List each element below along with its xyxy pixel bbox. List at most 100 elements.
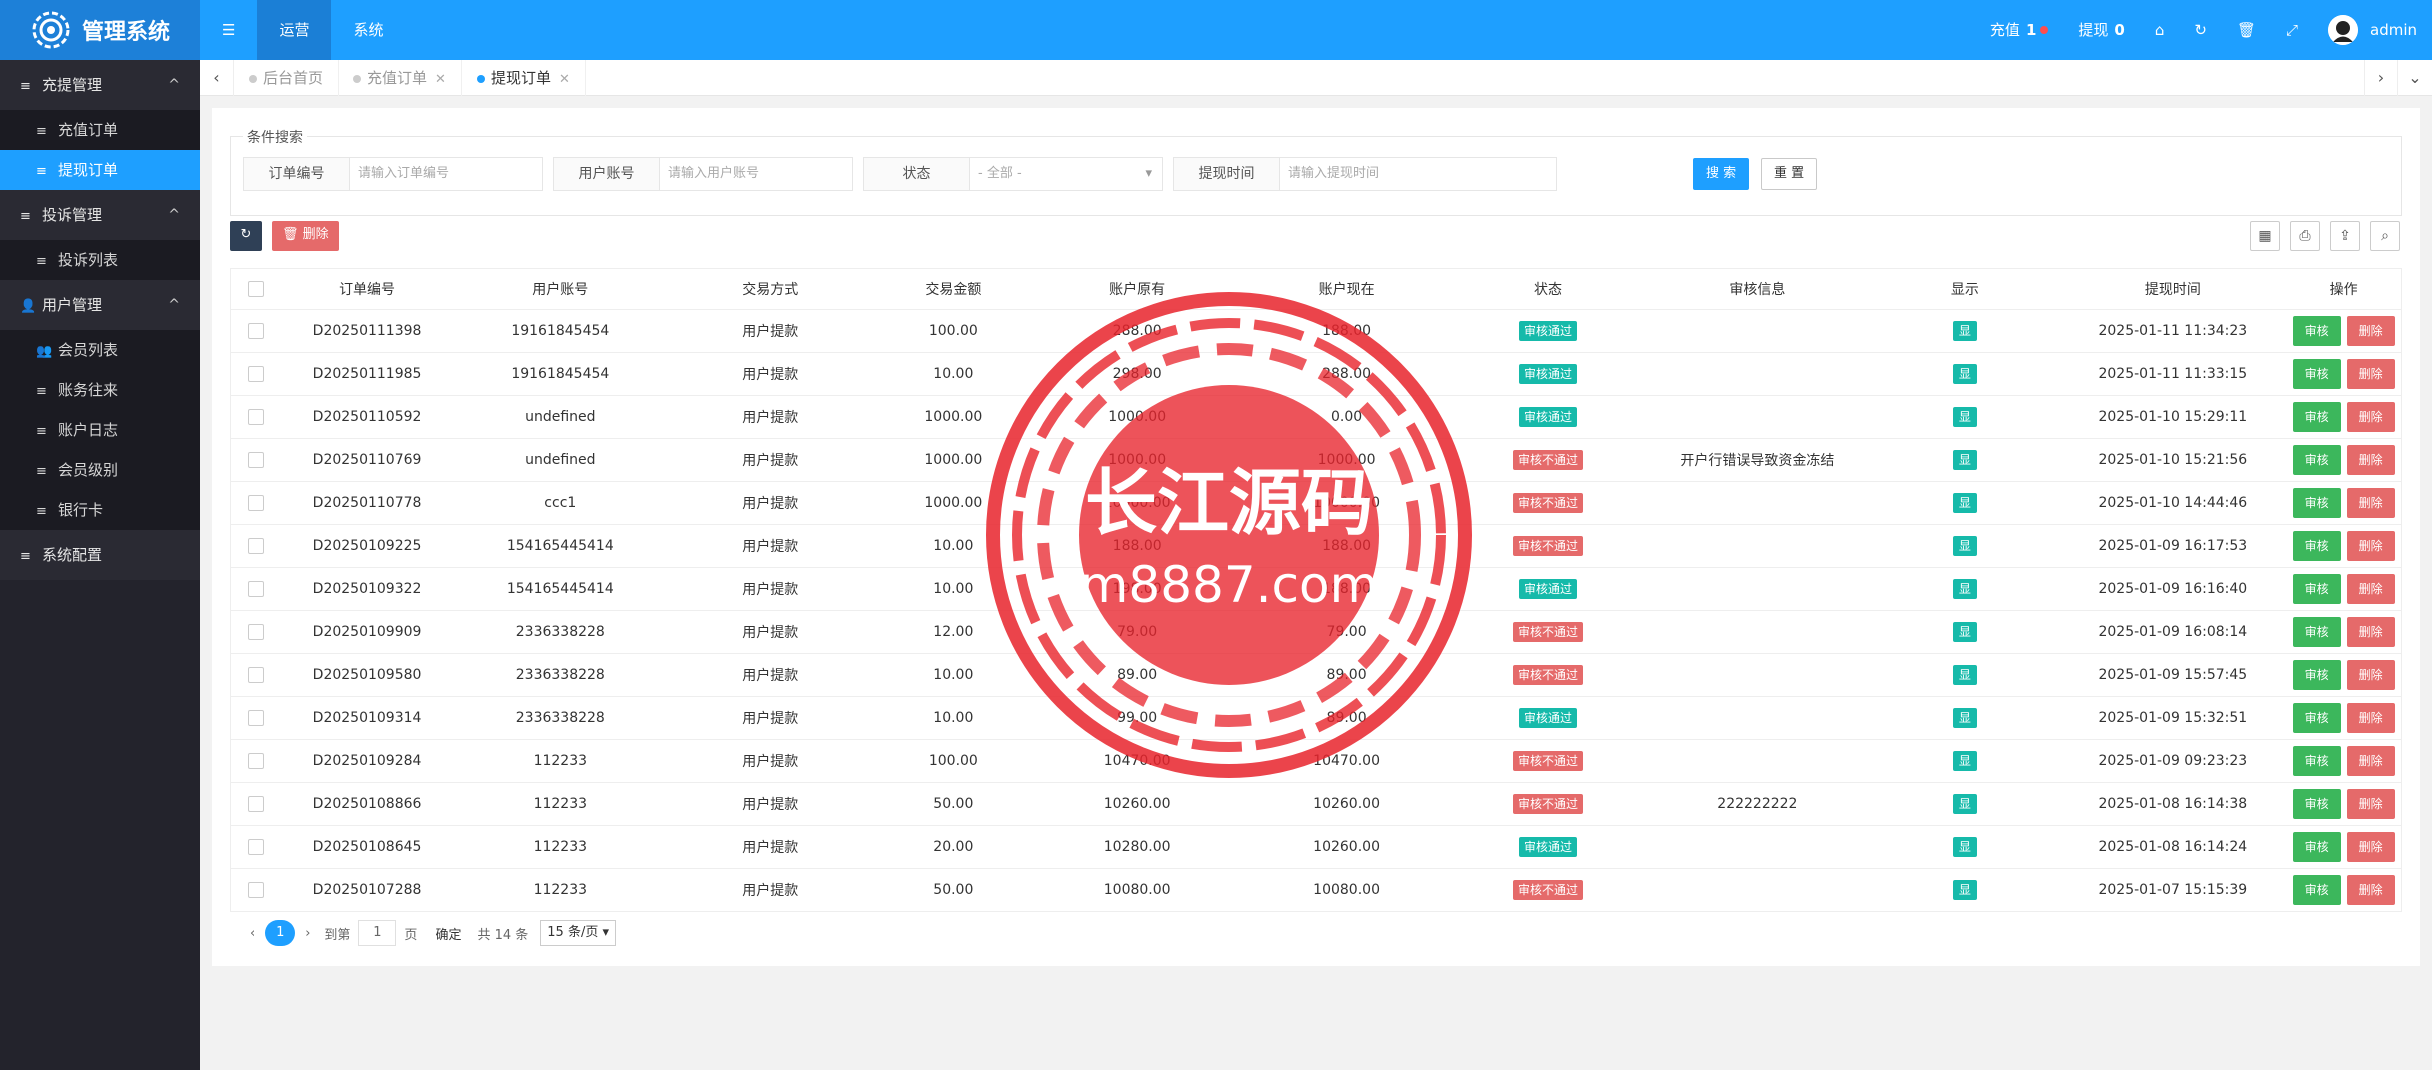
print-icon[interactable]: ⎙: [2290, 221, 2320, 251]
columns-icon[interactable]: ▦: [2250, 221, 2280, 251]
page-1-button[interactable]: 1: [265, 920, 296, 946]
delete-button[interactable]: 删除: [2346, 445, 2395, 475]
next-page-icon[interactable]: ›: [305, 926, 310, 941]
export-icon[interactable]: ⇪: [2330, 221, 2360, 251]
home-icon[interactable]: ⌂: [2140, 0, 2180, 60]
time-input[interactable]: 请输入提现时间: [1280, 158, 1556, 190]
delete-button[interactable]: 删除: [2346, 488, 2395, 518]
sidebar-item-logs[interactable]: ≡ 账户日志: [0, 410, 200, 450]
delete-button[interactable]: 删除: [2346, 875, 2395, 905]
delete-button[interactable]: 删除: [2346, 531, 2395, 561]
menu-toggle-icon[interactable]: ☰: [200, 0, 257, 60]
sidebar-item-complaint-list[interactable]: ≡ 投诉列表: [0, 240, 200, 280]
delete-button[interactable]: 删除: [2346, 832, 2395, 862]
close-icon[interactable]: ✕: [435, 72, 446, 87]
tab-menu-chevron-down-icon[interactable]: ⌄: [2398, 60, 2432, 96]
row-checkbox[interactable]: [247, 667, 264, 683]
sidebar-group-users[interactable]: 👤 用户管理 ^: [0, 280, 200, 330]
row-checkbox[interactable]: [247, 538, 264, 554]
col-method[interactable]: 交易方式: [666, 268, 874, 310]
nav-system[interactable]: 系统: [331, 0, 405, 60]
col-review-info[interactable]: 审核信息: [1644, 268, 1871, 310]
delete-button[interactable]: 删除: [2346, 316, 2395, 346]
sidebar-group-complaints[interactable]: ≡ 投诉管理 ^: [0, 190, 200, 240]
col-display[interactable]: 显示: [1870, 268, 2060, 310]
tab-recharge-orders[interactable]: 充值订单 ✕: [338, 60, 462, 96]
status-select[interactable]: - 全部 - ▾: [970, 158, 1162, 190]
delete-button[interactable]: 删除: [2346, 574, 2395, 604]
approve-button[interactable]: 审核: [2292, 402, 2341, 432]
refresh-icon[interactable]: ↻: [2179, 0, 2222, 60]
col-account[interactable]: 用户账号: [453, 268, 667, 310]
sidebar-group-recharge[interactable]: ≡ 充提管理 ^: [0, 60, 200, 110]
approve-button[interactable]: 审核: [2292, 531, 2341, 561]
col-withdraw-time[interactable]: 提现时间: [2059, 268, 2287, 310]
sidebar-item-recharge-orders[interactable]: ≡ 充值订单: [0, 110, 200, 150]
delete-button[interactable]: 删除: [2346, 660, 2395, 690]
delete-button[interactable]: 删除: [2346, 746, 2395, 776]
prev-page-icon[interactable]: ‹: [250, 926, 255, 941]
approve-button[interactable]: 审核: [2292, 746, 2341, 776]
account-input[interactable]: 请输入用户账号: [660, 158, 852, 190]
logo[interactable]: 管理系统: [0, 0, 200, 60]
select-all-checkbox[interactable]: [247, 281, 264, 297]
batch-delete-button[interactable]: 🗑 删除: [272, 221, 339, 251]
close-icon[interactable]: ✕: [559, 72, 570, 87]
approve-button[interactable]: 审核: [2292, 488, 2341, 518]
row-checkbox[interactable]: [247, 710, 264, 726]
sidebar-group-config[interactable]: ≡ 系统配置: [0, 530, 200, 580]
row-checkbox[interactable]: [247, 624, 264, 640]
row-checkbox[interactable]: [247, 323, 264, 339]
approve-button[interactable]: 审核: [2292, 617, 2341, 647]
delete-button[interactable]: 删除: [2346, 789, 2395, 819]
row-checkbox[interactable]: [247, 409, 264, 425]
delete-button[interactable]: 删除: [2346, 359, 2395, 389]
search-button[interactable]: 搜 索: [1693, 158, 1750, 190]
trash-icon[interactable]: 🗑: [2222, 0, 2271, 60]
sidebar-item-accounts[interactable]: ≡ 账务往来: [0, 370, 200, 410]
goto-page-input[interactable]: 1: [358, 920, 397, 946]
tab-withdraw-orders[interactable]: 提现订单 ✕: [462, 60, 586, 96]
user-menu[interactable]: admin: [2313, 0, 2432, 60]
row-checkbox[interactable]: [247, 495, 264, 511]
sidebar-item-members[interactable]: 👥 会员列表: [0, 330, 200, 370]
approve-button[interactable]: 审核: [2292, 832, 2341, 862]
approve-button[interactable]: 审核: [2292, 316, 2341, 346]
per-page-select[interactable]: 15 条/页 ▾: [540, 920, 616, 946]
sidebar-item-withdraw-orders[interactable]: ≡ 提现订单: [0, 150, 200, 190]
approve-button[interactable]: 审核: [2292, 445, 2341, 475]
row-checkbox[interactable]: [247, 366, 264, 382]
row-checkbox[interactable]: [247, 753, 264, 769]
sidebar-item-bankcards[interactable]: ≡ 银行卡: [0, 490, 200, 530]
refresh-table-icon[interactable]: ↻: [230, 221, 262, 251]
recharge-notice[interactable]: 充值 1: [1975, 0, 2063, 60]
approve-button[interactable]: 审核: [2292, 574, 2341, 604]
search-icon[interactable]: ⌕: [2370, 221, 2400, 251]
tab-scroll-left-icon[interactable]: ‹: [200, 60, 234, 96]
tab-home[interactable]: 后台首页: [234, 60, 340, 96]
withdraw-notice[interactable]: 提现 0: [2063, 0, 2139, 60]
row-checkbox[interactable]: [247, 581, 264, 597]
goto-confirm-button[interactable]: 确定: [429, 920, 467, 947]
fullscreen-icon[interactable]: ⤢: [2271, 0, 2313, 60]
order-no-input[interactable]: 请输入订单编号: [350, 158, 542, 190]
sidebar-item-levels[interactable]: ≡ 会员级别: [0, 450, 200, 490]
nav-operations[interactable]: 运营: [257, 0, 332, 60]
row-checkbox[interactable]: [247, 452, 264, 468]
row-checkbox[interactable]: [247, 882, 264, 898]
approve-button[interactable]: 审核: [2292, 703, 2341, 733]
row-checkbox[interactable]: [247, 796, 264, 812]
delete-button[interactable]: 删除: [2346, 617, 2395, 647]
approve-button[interactable]: 审核: [2292, 660, 2341, 690]
col-status[interactable]: 状态: [1451, 268, 1645, 310]
approve-button[interactable]: 审核: [2292, 789, 2341, 819]
approve-button[interactable]: 审核: [2292, 875, 2341, 905]
row-checkbox[interactable]: [247, 839, 264, 855]
time-label: 提现时间: [1174, 158, 1280, 190]
approve-button[interactable]: 审核: [2292, 359, 2341, 389]
delete-button[interactable]: 删除: [2346, 703, 2395, 733]
reset-button[interactable]: 重 置: [1761, 158, 1818, 190]
delete-button[interactable]: 删除: [2346, 402, 2395, 432]
col-order-no[interactable]: 订单编号: [280, 268, 454, 310]
tab-scroll-right-icon[interactable]: ›: [2364, 60, 2398, 96]
